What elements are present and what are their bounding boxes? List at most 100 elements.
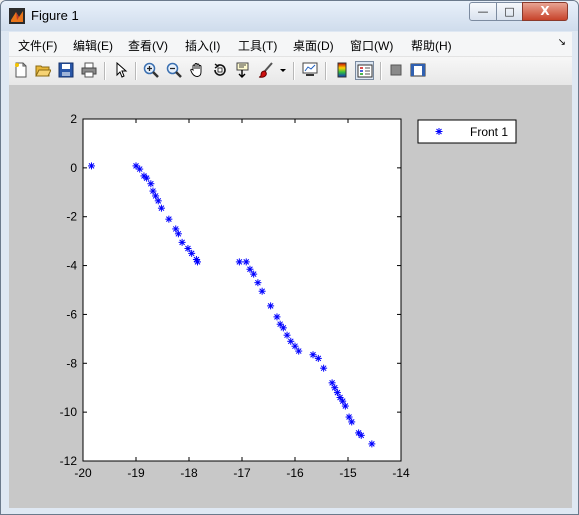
data-point	[283, 331, 291, 339]
print-button[interactable]	[80, 61, 99, 80]
x-tick-label: -18	[180, 466, 198, 480]
data-point	[368, 440, 376, 448]
data-cursor-button[interactable]	[234, 61, 253, 80]
data-point	[279, 324, 287, 332]
data-point	[235, 258, 243, 266]
zoom-out-icon	[166, 62, 182, 78]
pan-hand-icon	[190, 63, 202, 77]
data-point	[188, 249, 196, 257]
data-point	[154, 197, 162, 205]
x-tick-label: -17	[233, 466, 251, 480]
toolbar-separator	[104, 62, 106, 80]
data-point	[165, 215, 173, 223]
minimize-button[interactable]: —	[469, 2, 497, 21]
zoom-in-icon	[143, 62, 159, 78]
data-point	[291, 342, 299, 350]
y-tick-label: -4	[66, 259, 77, 273]
select-tool-button[interactable]	[112, 61, 131, 80]
x-tick-label: -15	[339, 466, 357, 480]
data-point	[357, 431, 365, 439]
legend[interactable]: Front 1	[417, 119, 517, 144]
hide-plot-tools-icon	[390, 64, 402, 76]
data-point	[246, 265, 254, 273]
data-point	[258, 287, 266, 295]
legend-marker	[435, 128, 443, 135]
menu-window[interactable]: 窗口(W)	[350, 37, 393, 54]
menu-file[interactable]: 文件(F)	[18, 37, 57, 54]
data-point	[143, 174, 151, 182]
close-button[interactable]: X	[522, 2, 568, 21]
legend-button[interactable]	[355, 61, 374, 80]
hide-plot-tools-button[interactable]	[387, 61, 406, 80]
open-file-button[interactable]	[34, 61, 53, 80]
data-point	[174, 230, 182, 238]
save-icon	[58, 62, 74, 78]
y-tick-label: -12	[60, 454, 78, 468]
x-tick-label: -16	[286, 466, 304, 480]
data-point	[267, 302, 275, 310]
zoom-in-button[interactable]	[142, 61, 161, 80]
pan-button[interactable]	[188, 61, 207, 80]
maximize-icon: □	[504, 5, 515, 18]
data-point	[136, 165, 144, 173]
data-point	[341, 402, 349, 410]
data-point	[184, 244, 192, 252]
toolbar-separator	[325, 62, 327, 80]
data-point	[314, 354, 322, 362]
menu-view[interactable]: 查看(V)	[128, 37, 168, 54]
link-plot-button[interactable]	[301, 61, 320, 80]
menu-bar: 文件(F) 编辑(E) 查看(V) 插入(I) 工具(T) 桌面(D) 窗口(W…	[9, 32, 572, 57]
menu-edit[interactable]: 编辑(E)	[73, 37, 113, 54]
new-figure-icon	[15, 62, 27, 78]
data-point	[295, 347, 303, 355]
colorbar-button[interactable]	[333, 61, 352, 80]
figure-canvas: -20 -19 -18 -17 -16 -15 -14 2 0 -2 -4 -6 -8 -10 -12 F…	[9, 86, 572, 508]
y-tick-label: 2	[70, 112, 77, 126]
axes-box[interactable]	[82, 118, 402, 462]
menu-tools[interactable]: 工具(T)	[238, 37, 277, 54]
y-tick-label: -2	[66, 210, 77, 224]
y-tick-label: -10	[60, 405, 78, 419]
maximize-button[interactable]: □	[496, 2, 523, 21]
x-tick-label: -19	[127, 466, 145, 480]
legend-marker-star	[435, 128, 443, 135]
data-point	[273, 313, 281, 321]
x-tick-label: -14	[392, 466, 410, 480]
data-point	[254, 279, 262, 287]
print-icon	[81, 62, 97, 78]
brush-dropdown[interactable]	[278, 61, 288, 80]
menu-insert[interactable]: 插入(I)	[185, 37, 220, 54]
data-point	[250, 270, 258, 278]
y-tick-label: 0	[70, 161, 77, 175]
title-bar[interactable]: Figure 1 — □ X	[1, 1, 578, 31]
rotate-3d-icon	[214, 63, 226, 76]
new-figure-button[interactable]	[12, 61, 31, 80]
data-point	[147, 180, 155, 188]
plot-svg: -20 -19 -18 -17 -16 -15 -14 2 0 -2 -4 -6 -8 -10 -12 F…	[60, 112, 517, 480]
rotate-3d-button[interactable]	[211, 61, 230, 80]
legend-label: Front 1	[470, 125, 508, 139]
colorbar-icon	[337, 62, 347, 78]
toolbar	[9, 57, 572, 86]
menu-help[interactable]: 帮助(H)	[411, 37, 452, 54]
brush-button[interactable]	[257, 61, 276, 80]
legend-icon	[357, 64, 373, 78]
close-icon: X	[540, 4, 550, 18]
minimize-icon: —	[477, 5, 489, 18]
show-plot-tools-icon	[410, 63, 426, 77]
brush-icon	[258, 62, 273, 78]
data-point	[320, 364, 328, 372]
open-file-icon	[35, 65, 51, 77]
save-button[interactable]	[57, 61, 76, 80]
y-tick-label: -8	[66, 356, 77, 370]
zoom-out-button[interactable]	[165, 61, 184, 80]
data-point	[242, 258, 250, 266]
menu-overflow-icon[interactable]: ↘	[558, 37, 566, 48]
window-title: Figure 1	[31, 8, 79, 23]
show-plot-tools-button[interactable]	[409, 61, 428, 80]
x-tick-label: -20	[74, 466, 92, 480]
y-tick-label: -6	[66, 307, 77, 321]
menu-desktop[interactable]: 桌面(D)	[293, 37, 334, 54]
data-point	[309, 351, 317, 359]
data-point	[178, 238, 186, 246]
